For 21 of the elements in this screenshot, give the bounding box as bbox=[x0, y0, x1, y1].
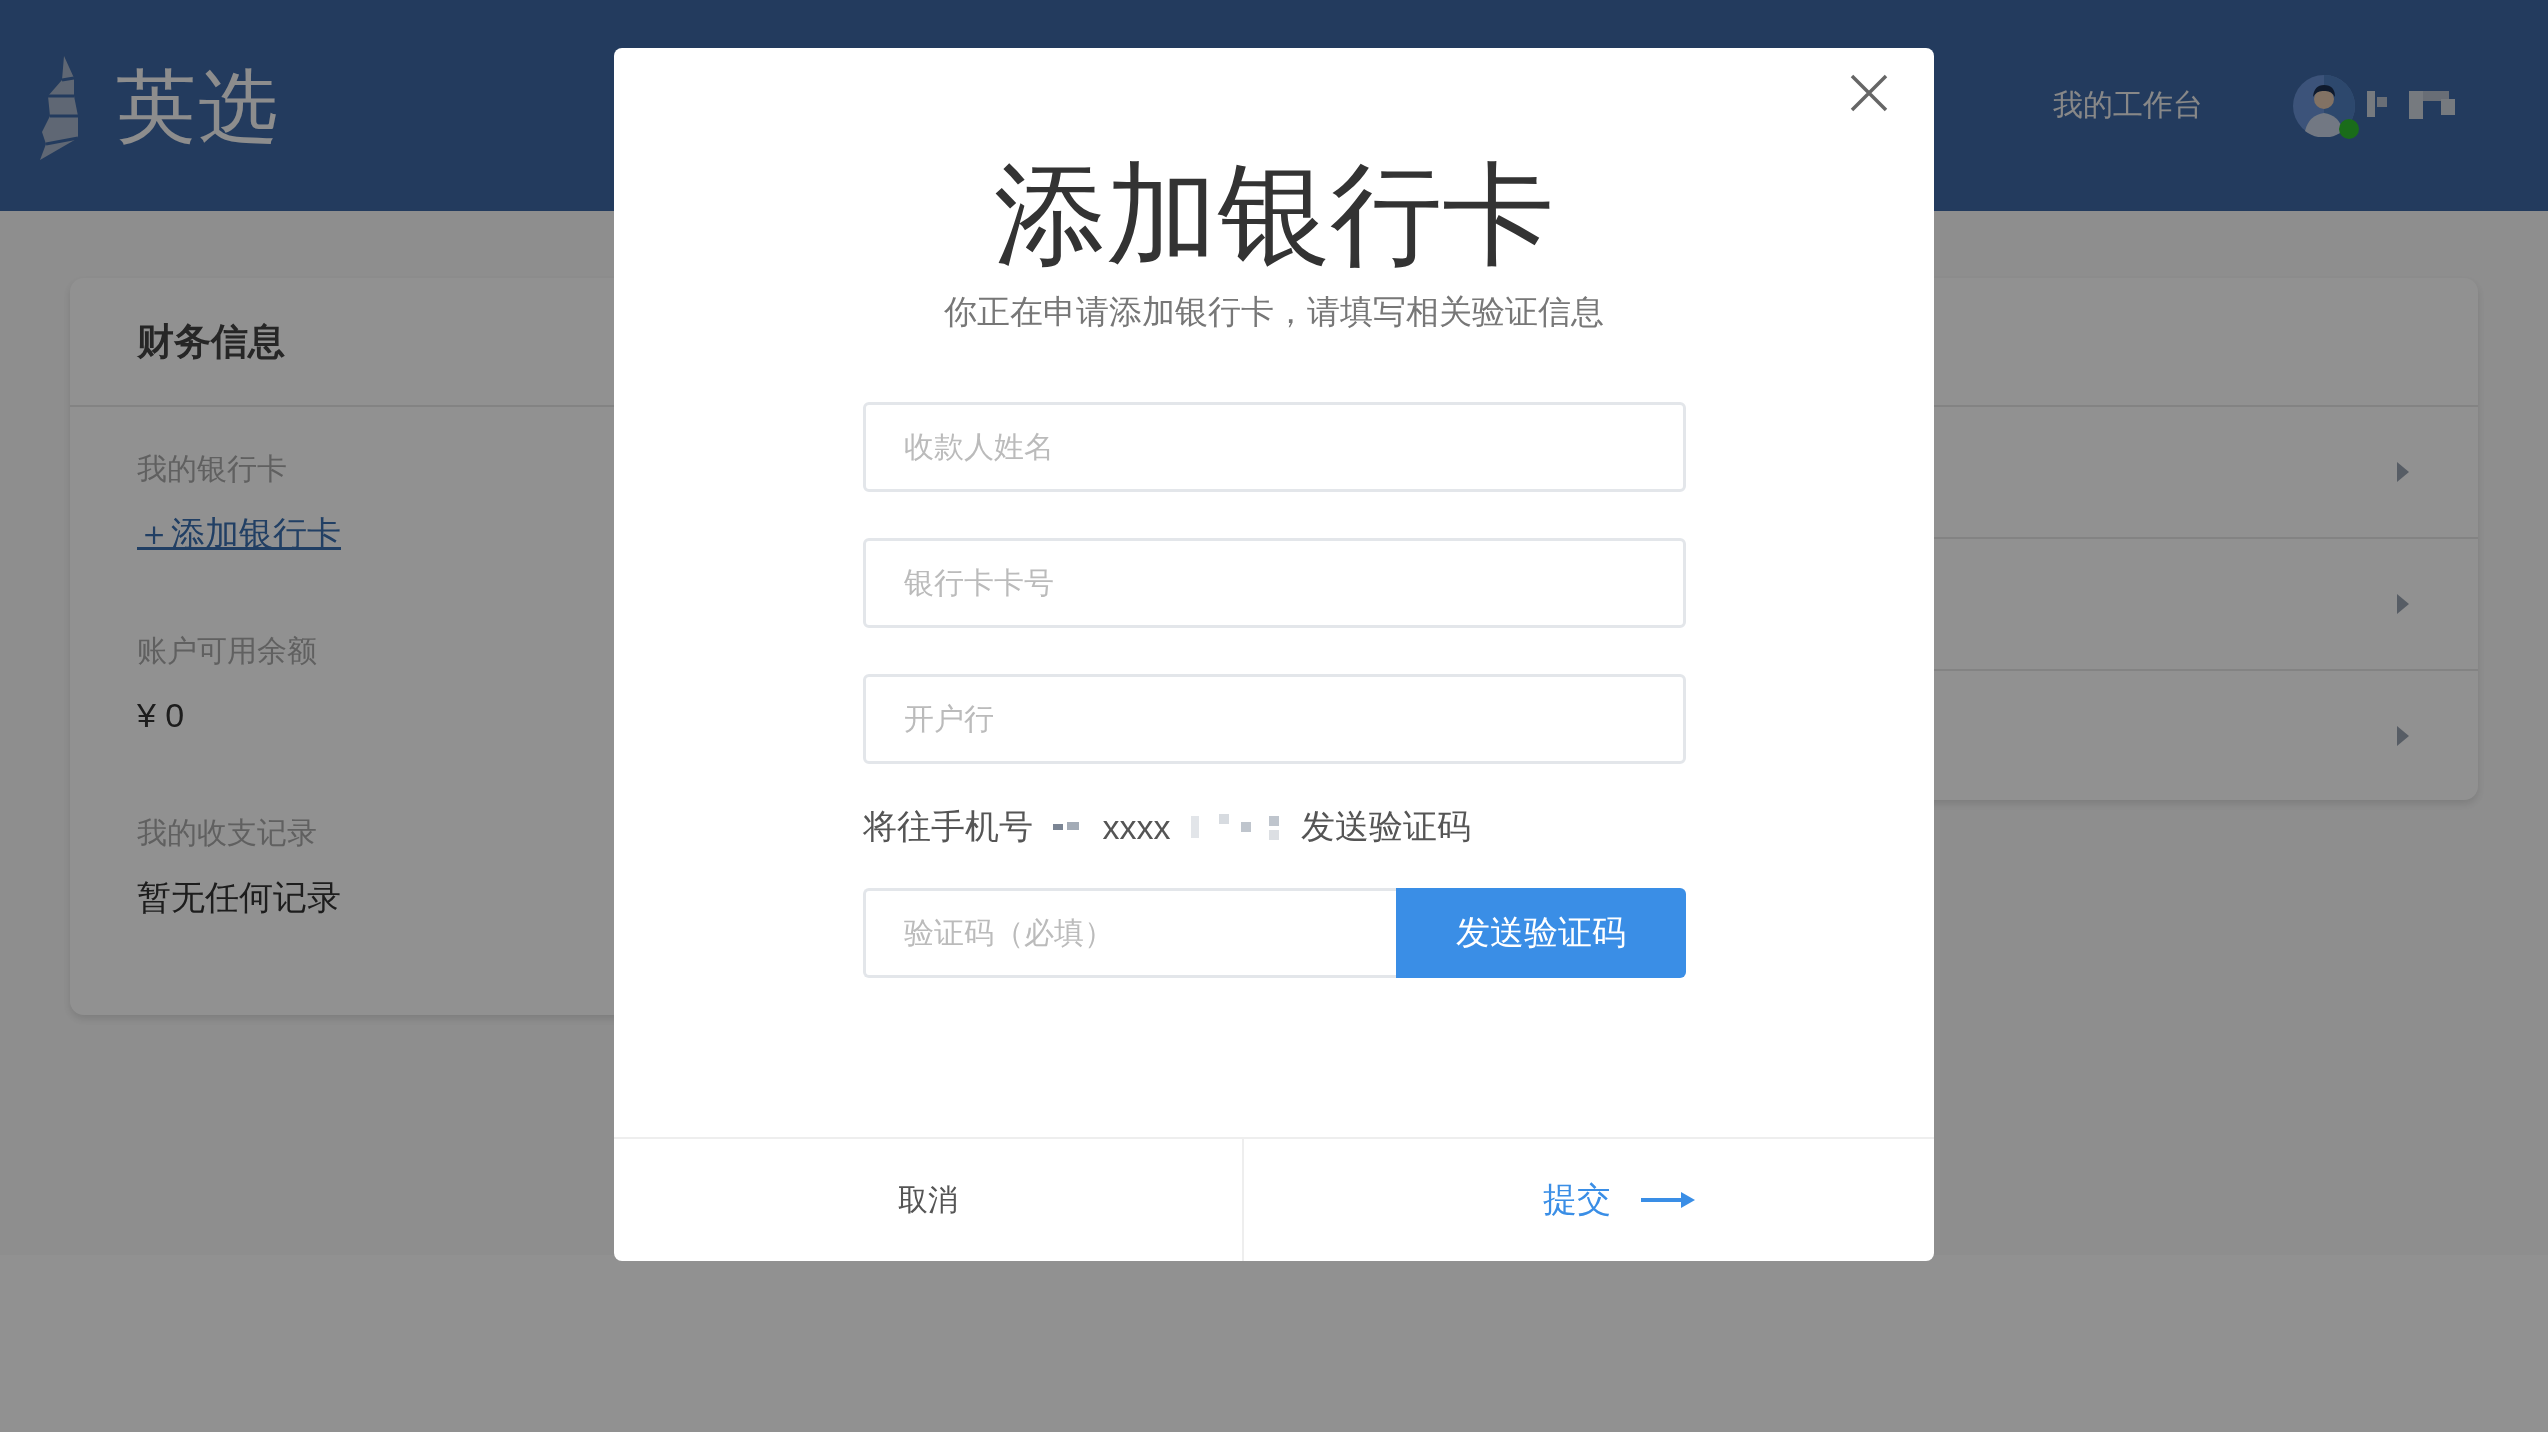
submit-button[interactable]: 提交 bbox=[1543, 1177, 1611, 1223]
code-field[interactable]: 验证码（必填） bbox=[862, 888, 1396, 978]
masked-phone-text: xxxx bbox=[1102, 807, 1171, 847]
section-value: ¥ 0 bbox=[137, 695, 185, 736]
workbench-link[interactable]: 我的工作台 bbox=[2053, 85, 2203, 126]
send-code-button[interactable]: 发送验证码 bbox=[1395, 888, 1686, 978]
input-field[interactable]: 银行卡卡号 bbox=[862, 538, 1686, 628]
arrow-icon bbox=[1641, 1192, 1695, 1208]
cancel-button[interactable]: 取消 bbox=[614, 1139, 1244, 1261]
avatar-icon[interactable] bbox=[2293, 74, 2355, 137]
input-field[interactable]: 开户行 bbox=[862, 674, 1686, 764]
caret-icon[interactable] bbox=[2396, 593, 2410, 615]
phone-notice-text: 将往手机号 bbox=[862, 806, 1033, 847]
add-card-link[interactable]: ＋添加银行卡 bbox=[137, 511, 341, 555]
input-field[interactable]: 收款人姓名 bbox=[862, 402, 1686, 492]
section-value: 暂无任何记录 bbox=[137, 877, 341, 918]
logo-text[interactable]: 英选 bbox=[116, 53, 280, 162]
dialog-title: 添加银行卡 bbox=[994, 151, 1554, 279]
phone-notice-text: 发送验证码 bbox=[1300, 806, 1471, 847]
caret-icon[interactable] bbox=[2396, 725, 2410, 747]
caret-icon[interactable] bbox=[2396, 461, 2410, 483]
